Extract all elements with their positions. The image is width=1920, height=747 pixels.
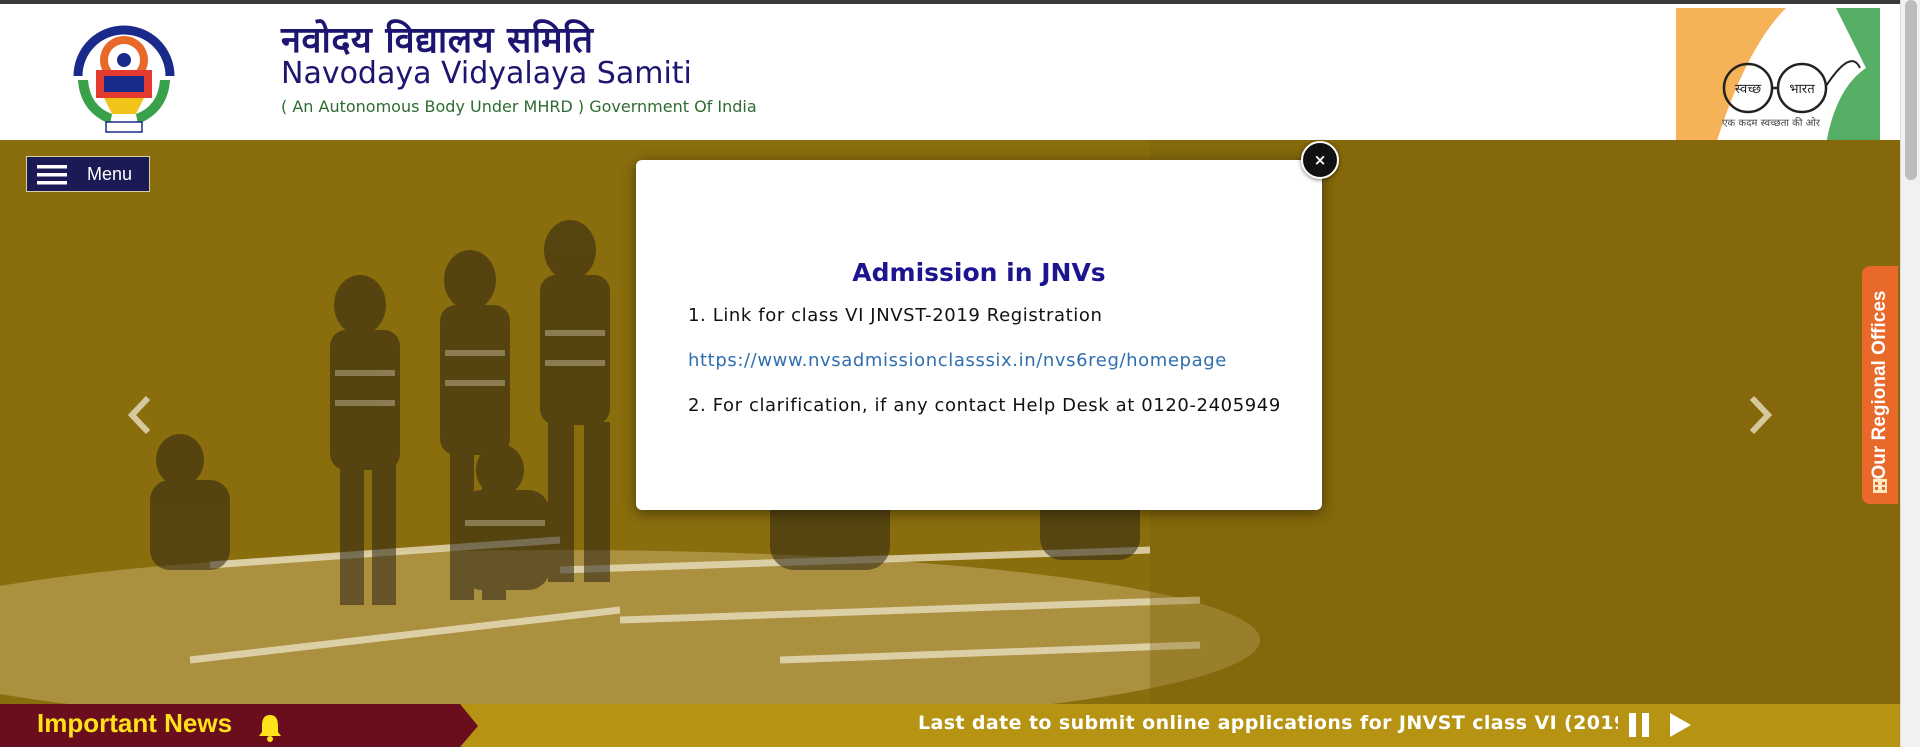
site-subtitle: ( An Autonomous Body Under MHRD ) Govern… [281,97,757,116]
news-label-arrow [460,704,478,747]
modal-registration-text: 1. Link for class VI JNVST-2019 Registra… [688,305,1103,326]
news-ticker[interactable]: Last date to submit online applications … [918,704,1618,747]
important-news-bar: Important News Last date to submit onlin… [0,704,1900,747]
news-label-box: Important News [0,704,460,747]
modal-helpdesk-text: 2. For clarification, if any contact Hel… [688,395,1281,416]
registration-link[interactable]: https://www.nvsadmissionclasssix.in/nvs6… [688,350,1227,371]
swachh-right-text: भारत [1789,82,1815,97]
news-label: Important News [37,708,233,738]
page-scrollbar[interactable] [1900,0,1920,747]
admission-modal: Admission in JNVs 1. Link for class VI J… [636,160,1322,510]
bell-icon [259,715,281,742]
menu-label: Menu [87,164,133,184]
modal-close-button[interactable]: × [1301,141,1339,179]
chevron-right-icon[interactable] [1740,390,1780,440]
swachh-tagline: एक कदम स्वच्छता की ओर [1722,117,1821,129]
menu-button[interactable]: Menu [26,156,150,192]
scrollbar-thumb[interactable] [1905,0,1917,180]
site-header: नवोदय विद्यालय समिति Navodaya Vidyalaya … [0,4,1900,144]
nvs-emblem-logo[interactable] [60,14,188,138]
site-title: Navodaya Vidyalaya Samiti [281,56,692,91]
regional-offices-label: Our Regional Offices [1869,290,1890,480]
pause-icon[interactable] [1627,711,1651,739]
play-icon[interactable] [1667,711,1693,739]
swachh-bharat-logo: स्वच्छ भारत एक कदम स्वच्छता की ओर [1676,8,1880,144]
regional-offices-tab[interactable]: Our Regional Offices [1862,266,1898,504]
news-ticker-text: Last date to submit online applications … [918,712,1618,734]
building-icon [1873,479,1887,493]
modal-title: Admission in JNVs [852,258,1106,287]
hamburger-icon [37,165,67,185]
chevron-left-icon[interactable] [120,390,160,440]
swachh-left-text: स्वच्छ [1735,82,1762,97]
